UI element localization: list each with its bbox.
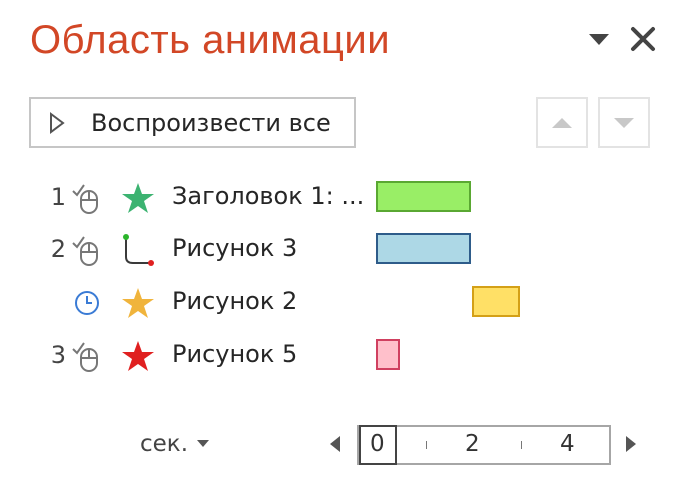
animation-order-number: 3 xyxy=(50,341,66,369)
animation-item-name: Рисунок 5 xyxy=(172,340,298,368)
timeline-ruler[interactable]: 0 2 4 xyxy=(357,425,611,465)
close-icon[interactable] xyxy=(628,24,658,54)
mouse-click-icon xyxy=(72,236,98,266)
triangle-left-icon[interactable] xyxy=(326,433,344,455)
tick-label: 4 xyxy=(560,431,575,457)
mouse-click-icon xyxy=(72,342,98,372)
move-down-button[interactable] xyxy=(598,97,650,148)
timeline-start-marker[interactable]: 0 xyxy=(359,425,397,465)
timing-bar[interactable] xyxy=(376,181,471,212)
mouse-click-icon xyxy=(72,184,98,214)
animation-order-number: 1 xyxy=(50,183,66,211)
triangle-down-icon xyxy=(614,117,634,128)
tick-label: 0 xyxy=(370,431,385,457)
timing-bar[interactable] xyxy=(376,339,400,370)
triangle-right-icon[interactable] xyxy=(622,433,640,455)
timing-bar[interactable] xyxy=(376,233,471,264)
animation-item[interactable]: 1 Заголовок 1: ... xyxy=(0,173,685,223)
animation-item[interactable]: Рисунок 2 xyxy=(0,278,685,328)
triangle-down-icon[interactable] xyxy=(588,28,610,50)
tick-label: 2 xyxy=(465,431,480,457)
clock-icon xyxy=(75,291,99,315)
star-icon xyxy=(122,341,154,371)
pane-title: Область анимации xyxy=(30,18,391,62)
animation-item-name: Заголовок 1: ... xyxy=(172,182,365,210)
motion-path-icon xyxy=(123,234,154,266)
triangle-up-icon xyxy=(552,117,572,128)
tick-mark xyxy=(521,441,522,449)
animation-order-number: 2 xyxy=(50,235,66,263)
move-up-button[interactable] xyxy=(536,97,588,148)
animation-item-name: Рисунок 3 xyxy=(172,234,298,262)
play-all-button[interactable]: Воспроизвести все xyxy=(29,97,356,148)
tick-mark xyxy=(426,441,427,449)
animation-item-name: Рисунок 2 xyxy=(172,287,298,315)
play-icon xyxy=(50,111,65,134)
animation-item[interactable]: 3 Рисунок 5 xyxy=(0,331,685,381)
animation-item[interactable]: 2 Рисунок 3 xyxy=(0,225,685,275)
triangle-down-icon xyxy=(197,440,209,447)
timing-bar[interactable] xyxy=(472,286,520,317)
star-icon xyxy=(122,183,154,213)
star-icon xyxy=(122,288,154,318)
play-all-label: Воспроизвести все xyxy=(91,108,331,137)
time-units-dropdown[interactable]: сек. xyxy=(140,431,210,457)
time-units-label: сек. xyxy=(140,431,188,457)
